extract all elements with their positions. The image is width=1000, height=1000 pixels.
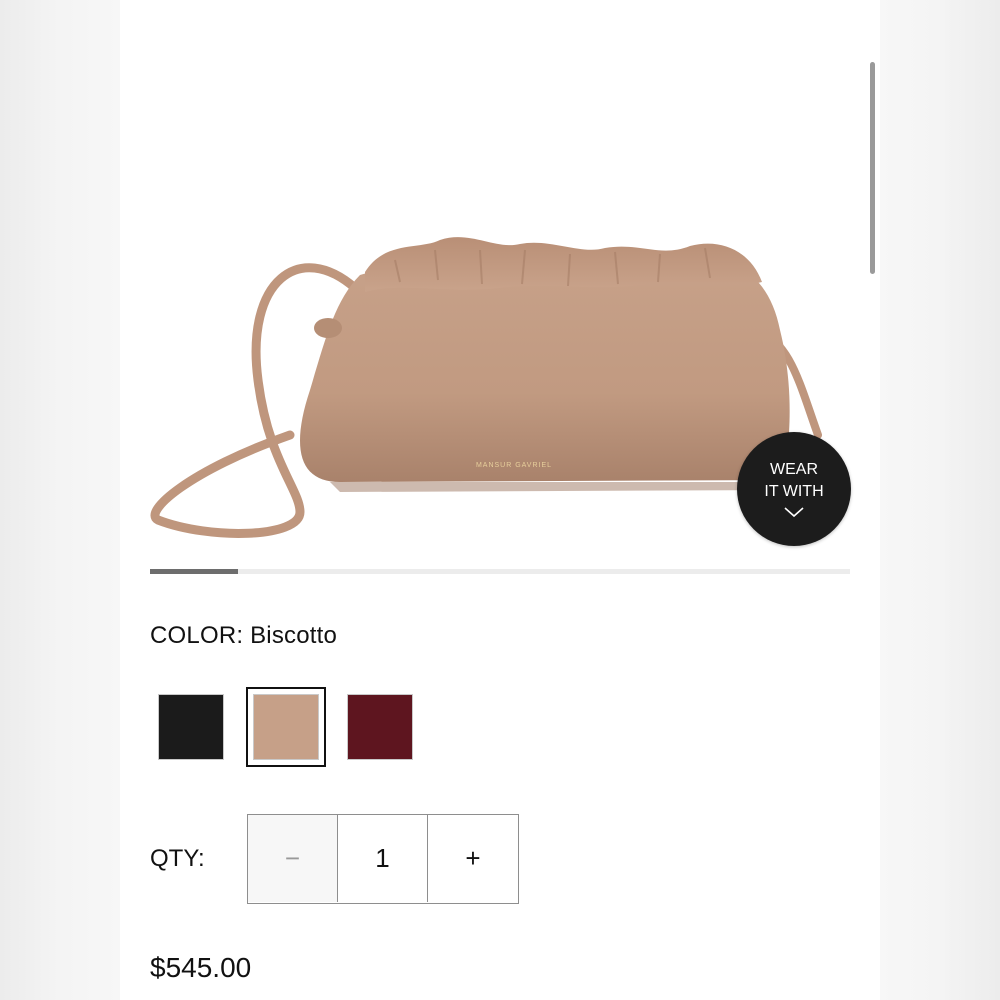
quantity-stepper: − 1 +: [247, 814, 519, 904]
color-swatch-burgundy[interactable]: [347, 694, 413, 760]
wear-it-with-line1: WEAR: [770, 461, 818, 478]
image-carousel-progress[interactable]: [150, 569, 850, 574]
quantity-label: QTY:: [150, 845, 205, 872]
brand-stamp: MANSUR GAVRIEL: [476, 462, 552, 469]
carousel-progress-thumb: [150, 569, 238, 574]
wear-it-with-line2: IT WITH: [764, 483, 824, 500]
quantity-value[interactable]: 1: [338, 815, 428, 902]
strap-knot: [314, 318, 342, 338]
wear-it-with-button[interactable]: WEAR IT WITH: [737, 432, 851, 546]
chevron-down-icon: [784, 507, 804, 518]
color-swatch-biscotto[interactable]: [246, 687, 326, 767]
product-page: MANSUR GAVRIEL WEAR IT WITH COLOR: Bisco…: [120, 0, 880, 1000]
selected-color-name: Biscotto: [250, 622, 338, 649]
quantity-decrease-button[interactable]: −: [248, 815, 338, 902]
color-swatch-black[interactable]: [158, 694, 224, 760]
quantity-increase-button[interactable]: +: [428, 815, 518, 902]
product-price: $545.00: [150, 952, 252, 983]
color-label: COLOR:: [150, 622, 244, 649]
bag-body: [300, 259, 790, 482]
color-selection: COLOR: Biscotto: [150, 622, 337, 650]
scrollbar[interactable]: [870, 62, 875, 274]
